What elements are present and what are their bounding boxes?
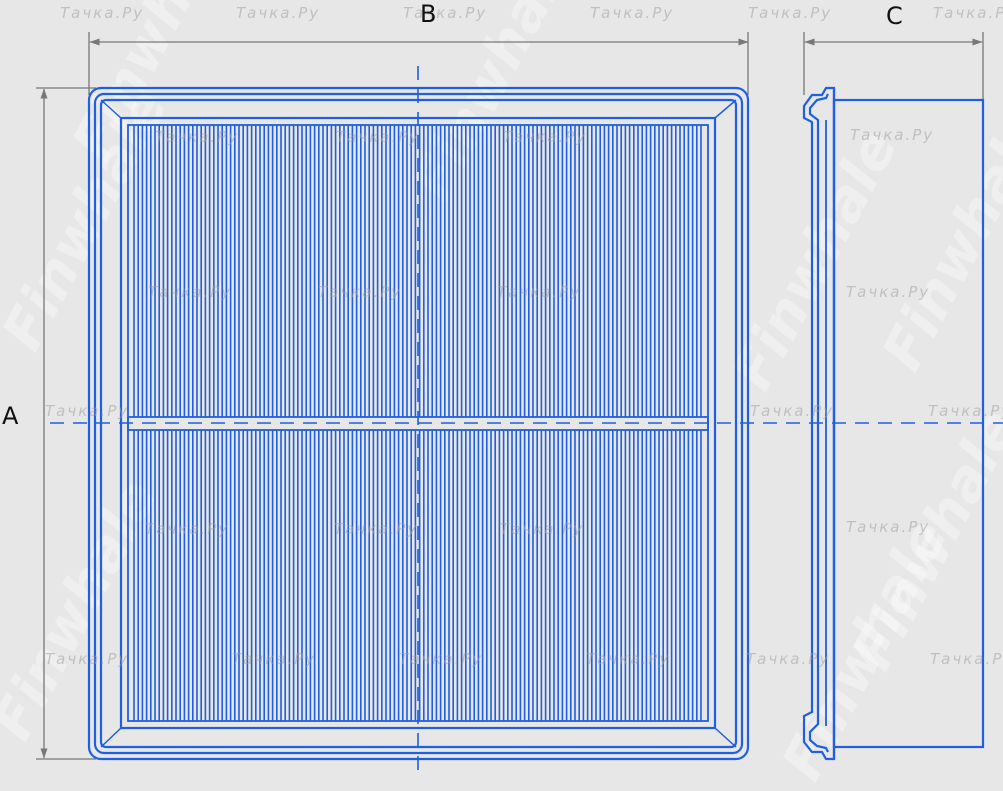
watermark-text: Тачка.Ру [60,4,145,22]
watermark-text: Тачка.Ру [45,402,130,420]
dimension-label-a: A [2,402,19,430]
watermark-text: Тачка.Ру [500,520,585,538]
watermark-text: Тачка.Ру [590,4,675,22]
watermark-text: Тачка.Ру [846,283,931,301]
watermark-text: Тачка.Ру [155,128,240,146]
watermark-text: Тачка.Ру [236,4,321,22]
watermark-text: Тачка.Ру [930,650,1003,668]
watermark-text: Тачка.Ру [318,283,403,301]
watermark-text: Тачка.Ру [850,126,935,144]
watermark-text: Тачка.Ру [334,520,419,538]
dimension-label-c: C [886,2,903,30]
watermark-text: Тачка.Ру [748,4,833,22]
watermark-text: Тачка.Ру [336,128,421,146]
watermark-text: Тачка.Ру [232,650,317,668]
watermark-text: Тачка.Ру [933,4,1003,22]
watermark-text: Тачка.Ру [750,402,835,420]
watermark-text: Тачка.Ру [497,283,582,301]
dimension-label-b: B [420,0,437,28]
watermark-text: Тачка.Ру [746,650,831,668]
watermark-text: Тачка.Ру [503,128,588,146]
filter-drawing: Finwhale Finwhale Finwhale Finwhale Finw… [0,0,1003,791]
watermark-text: Тачка.Ру [145,520,230,538]
watermark-text: Тачка.Ру [403,4,488,22]
watermark-text: Тачка.Ру [586,650,671,668]
watermark-text: Тачка.Ру [148,283,233,301]
watermark-text: Тачка.Ру [399,650,484,668]
watermark-text: Тачка.Ру [846,518,931,536]
watermark-text: Тачка.Ру [928,402,1003,420]
watermark-text: Тачка.Ру [45,650,130,668]
technical-drawing [36,32,1003,774]
